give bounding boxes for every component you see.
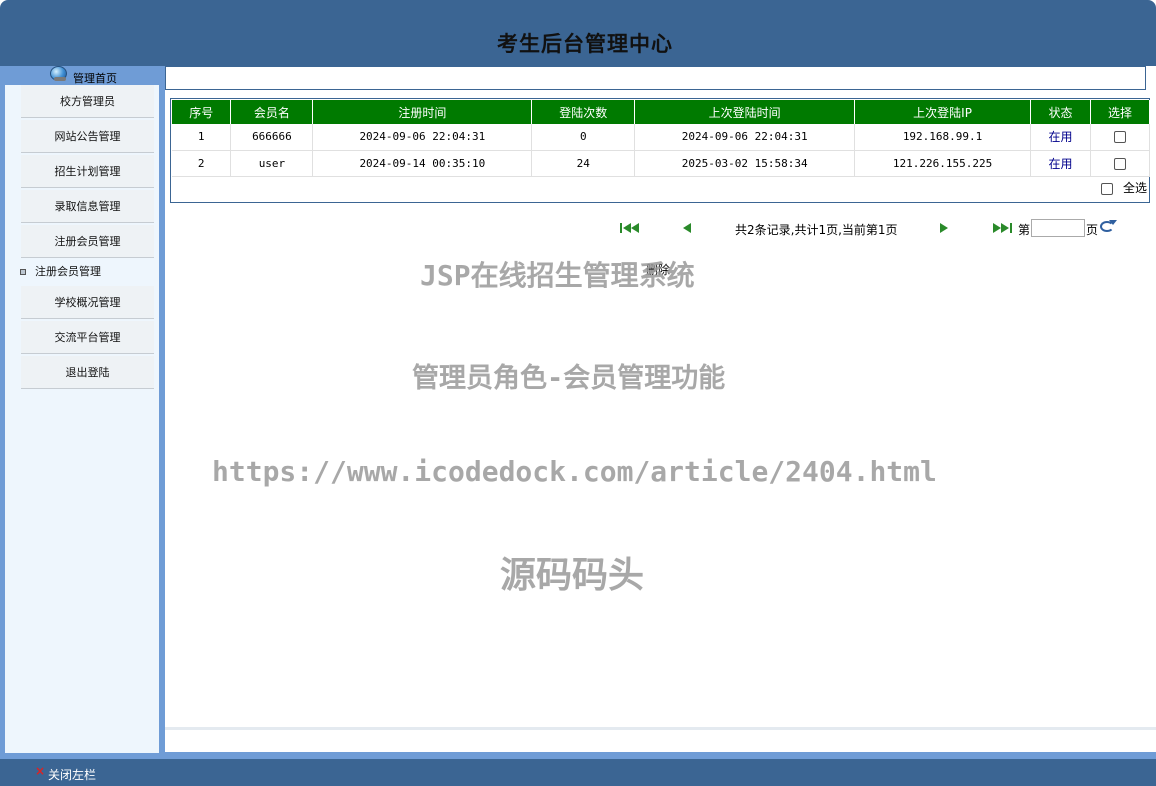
cell-member-name: user [230,150,314,177]
col-select: 选择 [1090,100,1151,124]
sidebar-item-announcements[interactable]: 网站公告管理 [21,120,154,153]
col-register-time: 注册时间 [312,100,533,124]
cell-last-login-ip: 121.226.155.225 [854,150,1032,177]
sidebar-home-label: 管理首页 [73,72,117,85]
sidebar-item-enrollment-plan[interactable]: 招生计划管理 [21,155,154,188]
row-checkbox[interactable] [1113,157,1126,170]
member-table: 序号 会员名 注册时间 登陆次数 上次登陆时间 上次登陆IP 状态 选择 1 6… [172,100,1151,177]
sidebar-subitem-members[interactable]: 注册会员管理 [5,259,159,285]
cell-select [1090,150,1151,177]
cell-login-count: 24 [531,150,636,177]
cell-last-login-time: 2024-09-06 22:04:31 [634,124,856,151]
divider [165,727,1156,730]
watermark-brand: 源码码头 [500,555,645,596]
close-icon[interactable]: × [35,764,45,778]
row-checkbox[interactable] [1113,131,1126,144]
sidebar-subitem-label: 注册会员管理 [35,265,101,278]
sidebar-menu: 校方管理员 网站公告管理 招生计划管理 录取信息管理 注册会员管理 注册会员管理… [5,85,159,753]
col-status: 状态 [1030,100,1091,124]
cell-register-time: 2024-09-14 00:35:10 [312,150,533,177]
col-member-name: 会员名 [230,100,314,124]
table-row: 2 user 2024-09-14 00:35:10 24 2025-03-02… [172,150,1151,177]
sidebar-item-forum[interactable]: 交流平台管理 [21,321,154,354]
footer-bar: × 关闭左栏 [0,759,1156,786]
main-content: 序号 会员名 注册时间 登陆次数 上次登陆时间 上次登陆IP 状态 选择 1 6… [165,66,1156,759]
sidebar-item-members[interactable]: 注册会员管理 [21,225,154,258]
pager-summary: 共2条记录,共计1页,当前第1页 [735,223,898,237]
prev-page-icon[interactable] [683,223,691,233]
status-link[interactable]: 在用 [1049,130,1073,144]
cell-register-time: 2024-09-06 22:04:31 [312,124,533,151]
cell-status: 在用 [1030,150,1091,177]
divider [165,752,1156,759]
sidebar-item-school-admin[interactable]: 校方管理员 [21,85,154,118]
cell-member-name: 666666 [230,124,314,151]
cell-status: 在用 [1030,124,1091,151]
cell-login-count: 0 [531,124,636,151]
table-header-row: 序号 会员名 注册时间 登陆次数 上次登陆时间 上次登陆IP 状态 选择 [172,100,1151,124]
col-login-count: 登陆次数 [531,100,636,124]
select-all-checkbox[interactable] [1100,182,1113,195]
select-all-label: 全选 [1122,181,1147,195]
watermark-url: https://www.icodedock.com/article/2404.h… [212,455,937,488]
header-bar: 考生后台管理中心 [0,0,1156,66]
table-row: 1 666666 2024-09-06 22:04:31 0 2024-09-0… [172,124,1151,151]
sidebar-item-logout[interactable]: 退出登陆 [21,356,154,389]
col-last-login-time: 上次登陆时间 [634,100,856,124]
content-topbar [165,66,1146,90]
cell-index: 1 [172,124,232,151]
sidebar-home[interactable]: 管理首页 [0,66,165,85]
select-all: 全选 [1100,179,1147,196]
close-sidebar-link[interactable]: 关闭左栏 [48,766,96,783]
cell-index: 2 [172,150,232,177]
page-suffix: 页 [1086,223,1099,237]
sidebar: 管理首页 校方管理员 网站公告管理 招生计划管理 录取信息管理 注册会员管理 注… [0,66,165,759]
cell-select [1090,124,1151,151]
cell-last-login-time: 2025-03-02 15:58:34 [634,150,856,177]
member-table-box: 序号 会员名 注册时间 登陆次数 上次登陆时间 上次登陆IP 状态 选择 1 6… [170,98,1151,203]
cell-last-login-ip: 192.168.99.1 [854,124,1032,151]
bullet-icon [20,269,26,275]
sidebar-item-admission-info[interactable]: 录取信息管理 [21,190,154,223]
page-prefix: 第 [1018,223,1031,237]
globe-computer-icon [50,66,67,81]
page-title: 考生后台管理中心 [497,32,673,56]
watermark-feature: 管理员角色-会员管理功能 [412,363,726,394]
page-number-input[interactable] [1031,219,1085,237]
sidebar-item-school-overview[interactable]: 学校概况管理 [21,286,154,319]
watermark-system-name: JSP在线招生管理系统 [420,259,695,292]
next-page-icon[interactable] [940,223,948,233]
status-link[interactable]: 在用 [1049,157,1073,171]
col-last-login-ip: 上次登陆IP [854,100,1032,124]
go-refresh-icon[interactable] [1100,220,1117,232]
pagination: 共2条记录,共计1页,当前第1页 第 页 [165,216,1156,238]
col-index: 序号 [172,100,232,124]
